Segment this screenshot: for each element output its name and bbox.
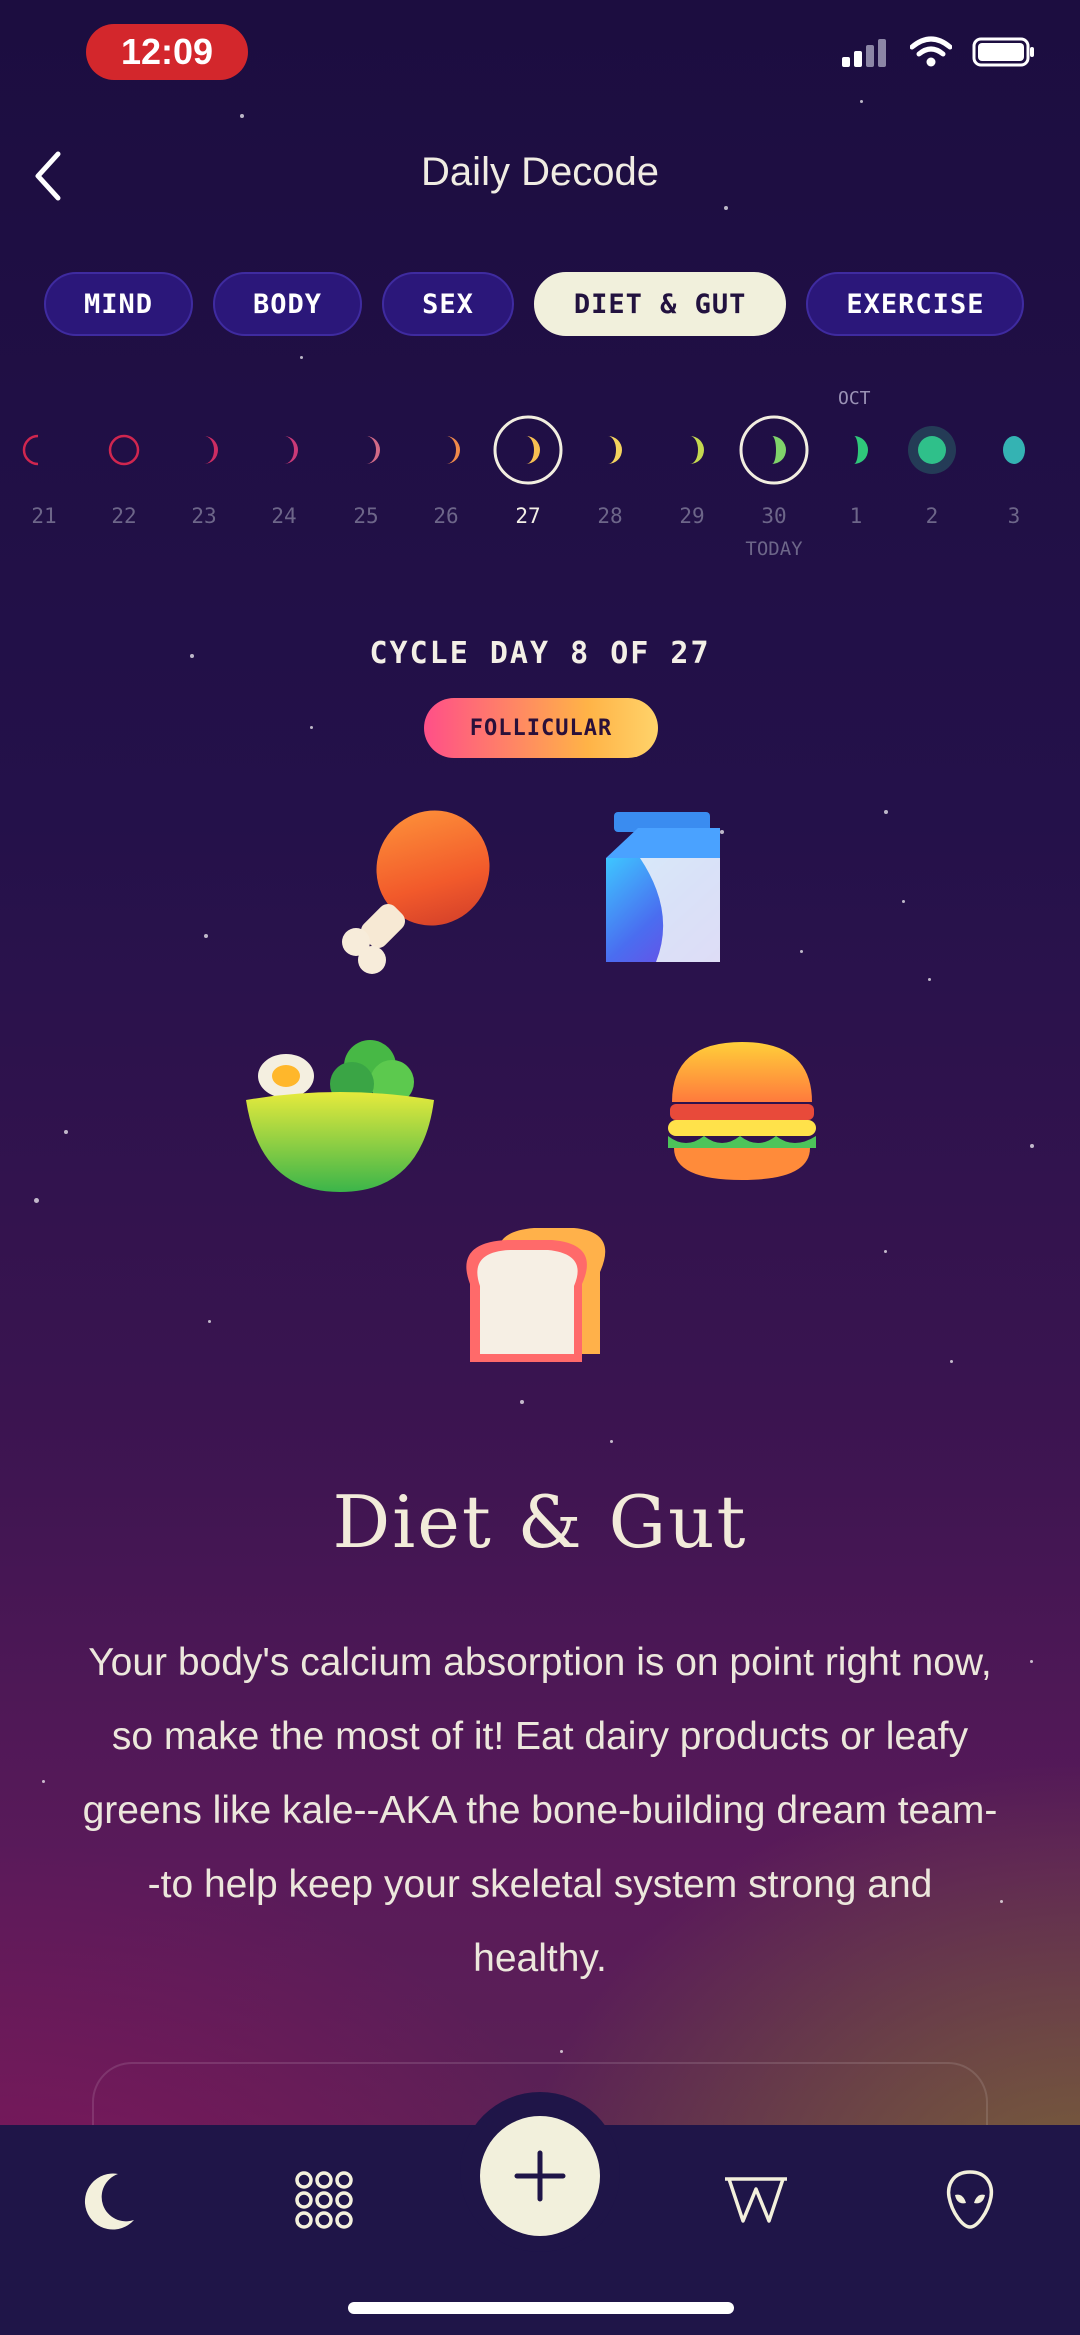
section-body: Your body's calcium absorption is on poi… (82, 1641, 998, 1980)
calendar-day-number: 26 (433, 504, 459, 528)
moon-phase-icon (734, 410, 814, 490)
cycle-day-label: CYCLE DAY 8 OF 27 (369, 636, 711, 671)
moon-phase-icon (164, 410, 244, 490)
calendar-day[interactable]: 2 (892, 410, 972, 528)
moon-phase-icon (892, 410, 972, 490)
today-label: TODAY (745, 538, 803, 560)
tab-exercise[interactable]: EXERCISE (806, 272, 1025, 336)
calendar-day[interactable]: 30 TODAY (734, 410, 814, 560)
page-title: Daily Decode (421, 150, 659, 194)
calendar-day-number: 28 (597, 504, 623, 528)
battery-icon (972, 37, 1034, 67)
tab-sex[interactable]: SEX (382, 272, 514, 336)
home-indicator (348, 2302, 734, 2314)
bread-icon (466, 1228, 606, 1362)
moon-phase-icon (974, 410, 1054, 490)
calendar-day[interactable]: 3 (974, 410, 1054, 528)
grid-icon (295, 2171, 353, 2229)
calendar-day-number: 23 (191, 504, 217, 528)
nav-grid[interactable] (284, 2160, 364, 2240)
tab-mind[interactable]: MIND (44, 272, 194, 336)
moon-phase-icon (244, 410, 324, 490)
calendar-day[interactable]: 29 (652, 410, 732, 528)
calendar-day[interactable]: 21 (4, 410, 84, 528)
calendar-day-number: 29 (679, 504, 705, 528)
moon-phase-icon (488, 410, 568, 490)
calendar-day[interactable]: 25 (326, 410, 406, 528)
add-icon (514, 2150, 566, 2202)
status-time: 12:09 (86, 24, 248, 80)
milk-carton-icon (606, 812, 720, 962)
moon-phase-icon (4, 410, 84, 490)
alien-icon (946, 2170, 994, 2229)
calendar-day[interactable]: 27 (488, 410, 568, 528)
wiki-icon (725, 2177, 787, 2223)
burger-icon (668, 1042, 816, 1180)
calendar-day[interactable]: 26 (406, 410, 486, 528)
calendar-day-number: 1 (849, 504, 863, 528)
add-button[interactable] (480, 2116, 600, 2236)
calendar-day-number: 24 (271, 504, 297, 528)
signal-icon (842, 39, 886, 67)
tab-body[interactable]: BODY (213, 272, 363, 336)
moon-phase-icon (570, 410, 650, 490)
nav-alien[interactable] (930, 2160, 1010, 2240)
calendar-day[interactable]: 1 (816, 410, 896, 528)
month-label: OCT (838, 388, 871, 409)
calendar-day[interactable]: 23 (164, 410, 244, 528)
calendar-day[interactable]: 28 (570, 410, 650, 528)
calendar-day-number: 22 (111, 504, 137, 528)
category-tabs: MIND BODY SEX DIET & GUT EXERCISE (44, 272, 1080, 336)
moon-phase-icon (326, 410, 406, 490)
drumstick-icon (342, 810, 490, 974)
section-title: Diet & Gut (332, 1480, 748, 1564)
calendar-day-number: 25 (353, 504, 379, 528)
nav-wiki[interactable] (716, 2160, 796, 2240)
salad-bowl-icon (246, 1040, 434, 1192)
moon-phase-icon (84, 410, 164, 490)
moon-icon (84, 2173, 134, 2230)
calendar-day-number: 2 (925, 504, 939, 528)
nav-moon[interactable] (70, 2160, 150, 2240)
calendar-day[interactable]: 24 (244, 410, 324, 528)
calendar-day-number: 3 (1007, 504, 1021, 528)
calendar-day-number: 30 (761, 504, 787, 528)
calendar-day[interactable]: 22 (84, 410, 164, 528)
wifi-icon (910, 36, 952, 67)
calendar-day-number: 27 (515, 504, 541, 528)
status-icons (842, 36, 1036, 68)
phase-badge: FOLLICULAR (424, 698, 658, 758)
calendar-day-number: 21 (31, 504, 57, 528)
tab-diet-gut[interactable]: DIET & GUT (533, 272, 787, 336)
moon-phase-icon (816, 410, 896, 490)
moon-phase-icon (652, 410, 732, 490)
moon-phase-icon (406, 410, 486, 490)
